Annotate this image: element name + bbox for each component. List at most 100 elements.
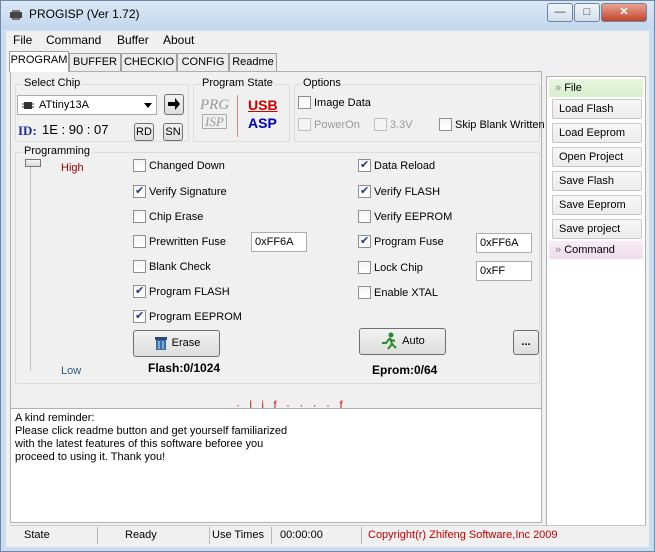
id-label: ID: — [18, 123, 37, 138]
save-flash-button[interactable]: Save Flash — [552, 171, 642, 191]
verify-flash-checkbox[interactable] — [358, 184, 371, 198]
tab-buffer[interactable]: BUFFER — [69, 53, 121, 71]
select-chip-group: Select Chip ATtiny13A ID: 1E : 90 : 07 R… — [15, 77, 189, 142]
command-section-label: Command — [564, 244, 615, 256]
tab-program[interactable]: PROGRAM — [9, 51, 69, 72]
program-fuse-input[interactable]: 0xFF6A — [476, 233, 532, 253]
image-data-checkbox[interactable] — [298, 96, 311, 109]
file-section-header[interactable]: » File — [549, 79, 643, 97]
verify-signature-checkbox[interactable] — [133, 184, 146, 198]
data-reload-label: Data Reload — [374, 160, 436, 172]
side-panel: » File Load Flash Load Eeprom Open Proje… — [546, 76, 646, 542]
prewritten-fuse-input[interactable]: 0xFF6A — [251, 232, 307, 252]
open-project-button[interactable]: Open Project — [552, 147, 642, 167]
program-eeprom-checkbox[interactable] — [133, 309, 146, 323]
speed-low-label: Low — [61, 365, 82, 377]
changed-down-checkbox[interactable] — [133, 159, 146, 172]
close-button[interactable]: ✕ — [601, 3, 647, 22]
save-eeprom-button[interactable]: Save Eeprom — [552, 195, 642, 215]
v33-label: 3.3V — [390, 119, 413, 131]
verify-eeprom-checkbox[interactable] — [358, 210, 371, 223]
chip-id-value: 1E : 90 : 07 — [42, 122, 109, 137]
logo-divider — [237, 95, 238, 137]
data-reload-checkbox[interactable] — [358, 158, 371, 172]
state-label: State — [10, 527, 98, 544]
program-fuse-checkbox[interactable] — [358, 234, 371, 248]
menu-command[interactable]: Command — [46, 33, 101, 47]
auto-button[interactable]: Auto — [359, 328, 446, 355]
load-eeprom-button[interactable]: Load Eeprom — [552, 123, 642, 143]
prewritten-fuse-checkbox[interactable] — [133, 235, 146, 248]
menu-about[interactable]: About — [163, 33, 194, 47]
rd-button[interactable]: RD — [134, 123, 154, 141]
programming-title: Programming — [22, 145, 93, 157]
go-button[interactable] — [164, 94, 184, 115]
program-state-group: Program State PRG ISP USB ASP — [193, 77, 290, 142]
chevron-down-icon — [144, 103, 152, 108]
file-section-label: File — [564, 82, 582, 94]
skip-blank-label: Skip Blank Written — [455, 119, 545, 131]
eraser-icon — [154, 337, 167, 351]
prewritten-fuse-label: Prewritten Fuse — [149, 236, 227, 248]
program-fuse-label: Program Fuse — [374, 236, 444, 248]
use-times-value: 00:00:00 — [272, 527, 362, 544]
menu-bar: File Command Buffer About — [6, 31, 649, 50]
client-area: PROGRAM BUFFER CHECKIO CONFIG Readme Sel… — [6, 50, 649, 547]
verify-signature-label: Verify Signature — [149, 186, 227, 198]
options-title: Options — [301, 77, 343, 89]
usb-logo-bottom: ASP — [248, 115, 277, 131]
use-times-label: Use Times — [210, 527, 272, 544]
save-project-button[interactable]: Save project — [552, 219, 642, 239]
log-line: proceed to using it. Thank you! — [15, 451, 166, 463]
program-flash-checkbox[interactable] — [133, 284, 146, 298]
copyright-text: Copyright(r) Zhifeng Software,Inc 2009 — [368, 529, 558, 541]
speed-slider-thumb[interactable] — [25, 159, 41, 167]
command-section-header[interactable]: » Command — [549, 241, 643, 259]
minimize-button[interactable]: — — [547, 3, 573, 22]
menu-file[interactable]: File — [13, 33, 32, 47]
expand-icon: » — [555, 244, 562, 256]
tab-readme[interactable]: Readme — [229, 53, 277, 71]
chip-erase-checkbox[interactable] — [133, 210, 146, 223]
lock-chip-checkbox[interactable] — [358, 261, 371, 274]
verify-eeprom-label: Verify EEPROM — [374, 211, 453, 223]
program-tab-page: Select Chip ATtiny13A ID: 1E : 90 : 07 R… — [10, 71, 545, 409]
select-chip-title: Select Chip — [22, 77, 83, 89]
erase-button[interactable]: Erase — [133, 330, 220, 357]
maximize-button[interactable]: □ — [574, 3, 600, 22]
enable-xtal-label: Enable XTAL — [374, 287, 439, 299]
log-line: Please click readme button and get yours… — [15, 425, 288, 437]
more-button[interactable]: ... — [513, 330, 539, 355]
program-flash-label: Program FLASH — [149, 286, 230, 298]
sn-button[interactable]: SN — [163, 123, 183, 141]
log-line: with the latest features of this softwar… — [15, 438, 264, 450]
running-man-icon — [382, 332, 397, 350]
menu-buffer[interactable]: Buffer — [117, 33, 149, 47]
image-data-label: Image Data — [314, 97, 371, 109]
log-line: A kind reminder: — [15, 412, 95, 424]
usb-logo-top: USB — [248, 97, 278, 113]
tab-checkio[interactable]: CHECKIO — [121, 53, 177, 71]
chip-erase-label: Chip Erase — [149, 211, 204, 223]
lock-chip-label: Lock Chip — [374, 262, 423, 274]
skip-blank-checkbox[interactable] — [439, 118, 452, 131]
verify-flash-label: Verify FLASH — [374, 186, 441, 198]
auto-button-label: Auto — [402, 335, 425, 347]
load-flash-button[interactable]: Load Flash — [552, 99, 642, 119]
chip-select[interactable]: ATtiny13A — [17, 95, 157, 115]
title-bar: PROGISP (Ver 1.72) — □ ✕ — [1, 1, 654, 29]
erase-button-label: Erase — [171, 337, 201, 349]
poweron-label: PowerOn — [314, 119, 360, 131]
poweron-checkbox[interactable] — [298, 118, 311, 131]
status-bar: State Ready Use Times 00:00:00 Copyright… — [10, 525, 646, 544]
enable-xtal-checkbox[interactable] — [358, 286, 371, 299]
blank-check-checkbox[interactable] — [133, 260, 146, 273]
programming-group: Programming High Low Changed Down Verify… — [15, 145, 540, 384]
message-log[interactable]: A kind reminder: Please click readme but… — [10, 408, 542, 523]
window-title: PROGISP (Ver 1.72) — [29, 7, 140, 21]
lock-value-input[interactable]: 0xFF — [476, 261, 532, 281]
tab-config[interactable]: CONFIG — [177, 53, 229, 71]
v33-checkbox[interactable] — [374, 118, 387, 131]
prg-logo-top: PRG — [200, 97, 230, 113]
program-eeprom-label: Program EEPROM — [149, 311, 242, 323]
